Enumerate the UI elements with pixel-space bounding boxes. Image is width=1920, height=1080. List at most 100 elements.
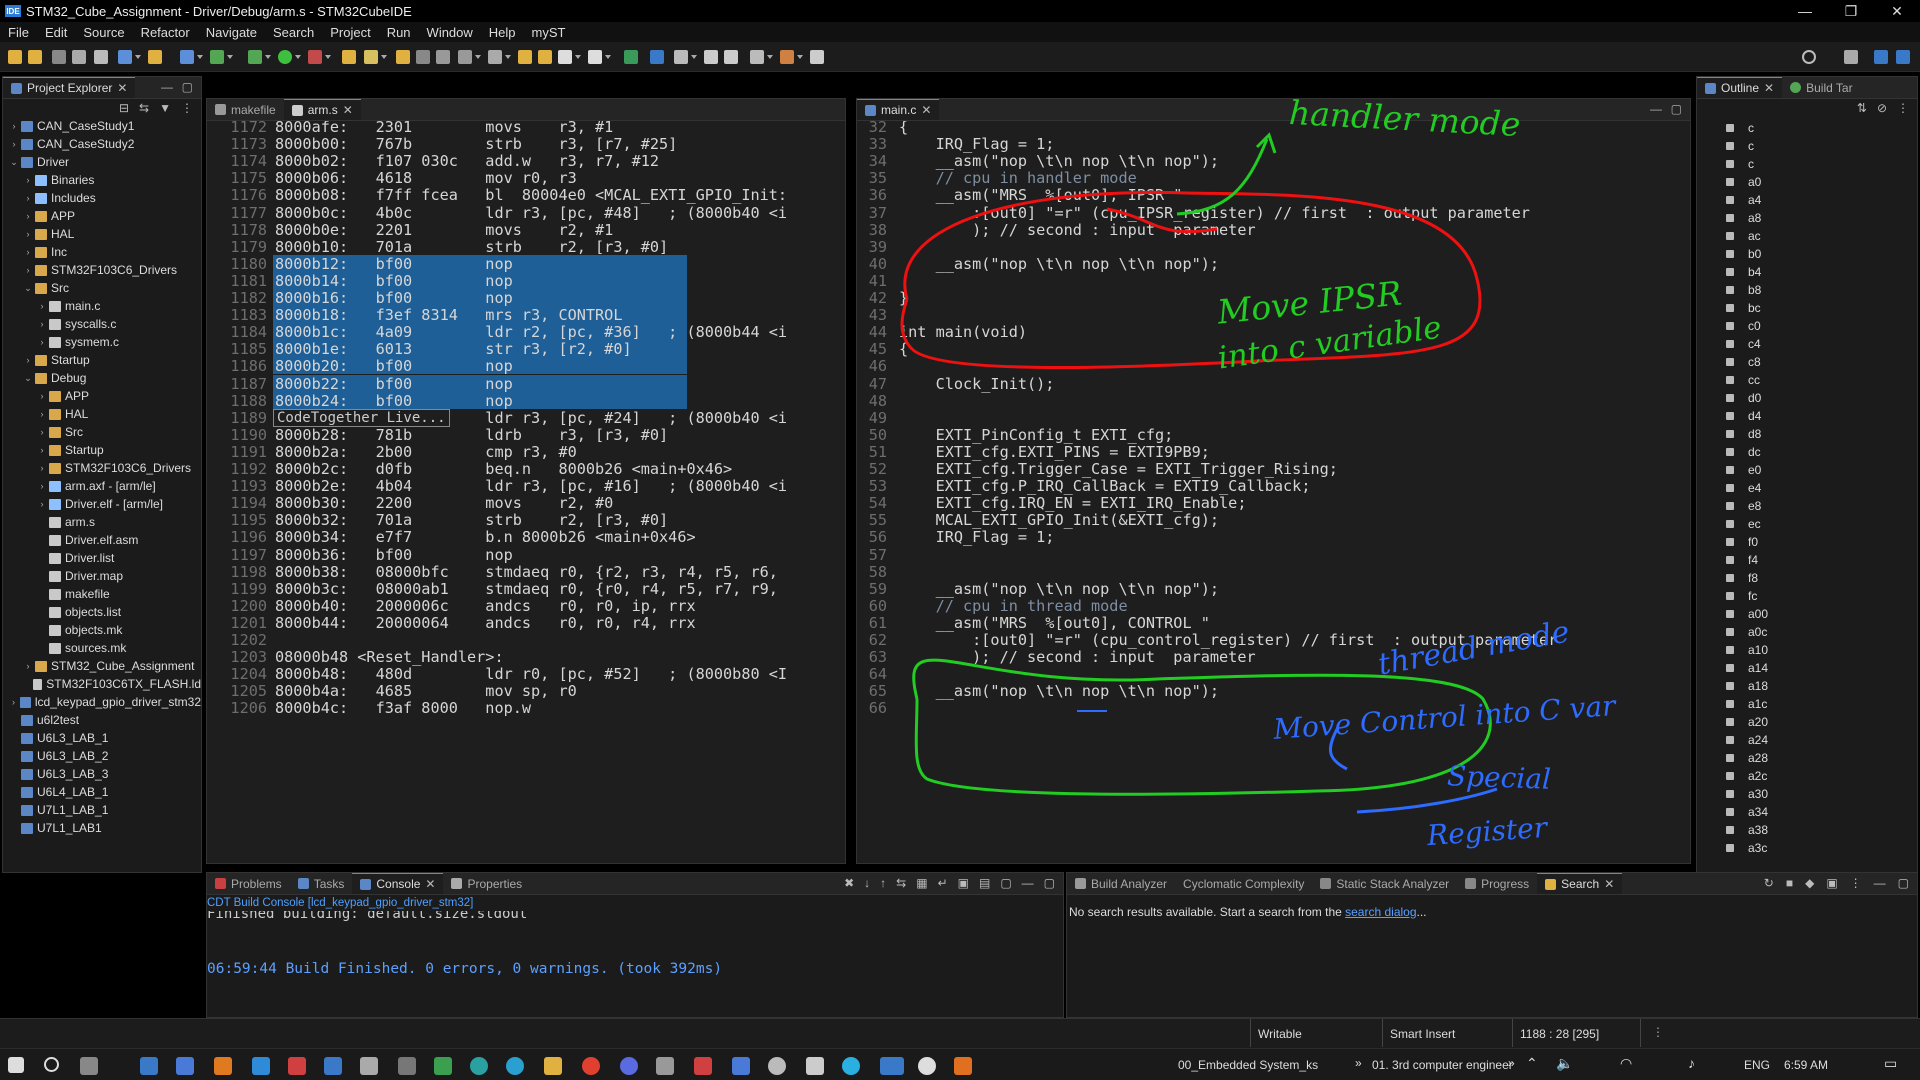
menu-window[interactable]: Window	[419, 25, 481, 40]
code-line[interactable]: IRQ_Flag = 1;	[899, 135, 1055, 153]
code-line[interactable]: 8000b0e: 2201 movs r2, #1	[275, 221, 613, 239]
info-icon[interactable]	[650, 50, 664, 64]
code-line[interactable]: 8000b10: 701a strb r2, [r3, #0]	[275, 238, 668, 256]
status-menu-icon[interactable]: ⋮	[1652, 1025, 1664, 1039]
tree-item[interactable]: U6L3_LAB_2	[3, 747, 201, 765]
file-explorer-icon[interactable]	[544, 1057, 562, 1075]
close-icon[interactable]: ✕	[117, 81, 127, 95]
save-icon[interactable]	[52, 50, 66, 64]
tree-item[interactable]: › STM32_Cube_Assignment	[3, 657, 201, 675]
outline-item[interactable]: a24	[1697, 731, 1917, 749]
open-folder-icon[interactable]	[148, 50, 162, 64]
chevron-right-icon[interactable]: ›	[23, 243, 33, 261]
notification-icon[interactable]: ▭	[1884, 1055, 1897, 1072]
refresh-icon[interactable]	[210, 50, 224, 64]
cpp-perspective-icon[interactable]	[1874, 50, 1888, 64]
chevron-right-icon[interactable]: ›	[9, 117, 19, 135]
tab-main-c[interactable]: main.c ✕	[857, 99, 940, 120]
outline-item[interactable]: b4	[1697, 263, 1917, 281]
code-line[interactable]: 8000b38: 08000bfc stmdaeq r0, {r2, r3, r…	[275, 563, 778, 581]
tree-item[interactable]: U6L4_LAB_1	[3, 783, 201, 801]
code-line[interactable]: EXTI_PinConfig_t EXTI_cfg;	[899, 426, 1174, 444]
close-icon[interactable]: ✕	[1764, 81, 1774, 95]
menu-project[interactable]: Project	[322, 25, 378, 40]
code-line[interactable]: 8000b0c: 4b0c ldr r3, [pc, #48] ; (8000b…	[275, 204, 787, 222]
history-icon[interactable]: ◆	[1805, 876, 1814, 890]
word-wrap-icon[interactable]: ↵	[938, 876, 948, 890]
tree-item[interactable]: ⌄ Src	[3, 279, 201, 297]
code-line[interactable]: EXTI_cfg.IRQ_EN = EXTI_IRQ_Enable;	[899, 494, 1247, 512]
chevron-right-icon[interactable]: ›	[37, 405, 47, 423]
tree-item[interactable]: U6L3_LAB_1	[3, 729, 201, 747]
menu-search[interactable]: Search	[265, 25, 322, 40]
tree-item[interactable]: U7L1_LAB1	[3, 819, 201, 837]
chevron-right-icon[interactable]: ›	[37, 459, 47, 477]
back-icon[interactable]	[8, 50, 22, 64]
chevron-right-icon[interactable]: ›	[37, 297, 47, 315]
code-line[interactable]: 8000b24: bf00 nop	[275, 392, 513, 410]
tree-item[interactable]: › STM32F103C6_Drivers	[3, 261, 201, 279]
view-menu-icon[interactable]: ⋮	[1897, 101, 1909, 115]
tree-item[interactable]: › Binaries	[3, 171, 201, 189]
tab-cyclomatic[interactable]: Cyclomatic Complexity	[1175, 873, 1312, 894]
mark-icon[interactable]	[416, 50, 430, 64]
chevron-right-icon[interactable]: ›	[37, 477, 47, 495]
outline-item[interactable]: f4	[1697, 551, 1917, 569]
tab-build-targets[interactable]: Build Tar	[1782, 77, 1860, 98]
tree-item[interactable]: › APP	[3, 207, 201, 225]
scroll-lock-icon[interactable]: ⇆	[896, 876, 906, 890]
display-console-icon[interactable]: ▤	[979, 876, 990, 890]
code-line[interactable]: IRQ_Flag = 1;	[899, 528, 1055, 546]
filter-icon[interactable]: ▼	[159, 101, 171, 115]
tree-item[interactable]: › HAL	[3, 225, 201, 243]
chrome-icon[interactable]	[582, 1057, 600, 1075]
outline-item[interactable]: a20	[1697, 713, 1917, 731]
code-line[interactable]: __asm("nop \t\n nop \t\n nop");	[899, 580, 1219, 598]
excel-icon[interactable]	[434, 1057, 452, 1075]
outline-item[interactable]: d8	[1697, 425, 1917, 443]
rerun-icon[interactable]: ↻	[1764, 876, 1774, 890]
outline-item[interactable]: c	[1697, 155, 1917, 173]
task-icon[interactable]	[396, 50, 410, 64]
tree-item[interactable]: › CAN_CaseStudy2	[3, 135, 201, 153]
tree-item[interactable]: Driver.list	[3, 549, 201, 567]
tree-item[interactable]: › HAL	[3, 405, 201, 423]
chevron-right-icon[interactable]: ›	[23, 657, 33, 675]
tab-arm-s[interactable]: arm.s ✕	[283, 99, 361, 120]
maximize-icon[interactable]: ▢	[1898, 876, 1909, 890]
code-line[interactable]: 8000afe: 2301 movs r3, #1	[275, 121, 613, 136]
code-line[interactable]: Clock_Init();	[899, 375, 1055, 393]
tab-console[interactable]: Console ✕	[352, 873, 444, 894]
outline-item[interactable]: f8	[1697, 569, 1917, 587]
code-line[interactable]: int main(void)	[899, 323, 1027, 341]
tree-item[interactable]: › arm.axf - [arm/le]	[3, 477, 201, 495]
menu-source[interactable]: Source	[75, 25, 132, 40]
notion-icon[interactable]	[656, 1057, 674, 1075]
outline-item[interactable]: e4	[1697, 479, 1917, 497]
code-line[interactable]: 8000b48: 480d ldr r0, [pc, #52] ; (8000b…	[275, 665, 787, 683]
search-taskbar-icon[interactable]	[44, 1057, 59, 1072]
outline-item[interactable]: a10	[1697, 641, 1917, 659]
outline-item[interactable]: f0	[1697, 533, 1917, 551]
link-editor-icon[interactable]: ⇆	[139, 101, 149, 115]
app-orange-icon[interactable]	[954, 1057, 972, 1075]
outline-item[interactable]: a8	[1697, 209, 1917, 227]
code-line[interactable]: 8000b36: bf00 nop	[275, 546, 513, 564]
chevron-right-icon[interactable]: ›	[37, 495, 47, 513]
close-icon[interactable]: ✕	[921, 103, 931, 117]
outline-item[interactable]: a00	[1697, 605, 1917, 623]
outline-item[interactable]: c	[1697, 137, 1917, 155]
code-line[interactable]: 8000b3c: 08000ab1 stmdaeq r0, {r0, r4, r…	[275, 580, 778, 598]
minimize-icon[interactable]: —	[1022, 876, 1034, 890]
tree-item[interactable]: › lcd_keypad_gpio_driver_stm32	[3, 693, 201, 711]
code-line[interactable]: ); // second : input parameter	[899, 648, 1255, 666]
outline-item[interactable]: a14	[1697, 659, 1917, 677]
terminal-icon[interactable]	[624, 50, 638, 64]
app-red-icon[interactable]	[288, 1057, 306, 1075]
tree-item[interactable]: › syscalls.c	[3, 315, 201, 333]
code-area[interactable]: 1172 8000afe: 2301 movs r3, #1 1173 8000b00…	[207, 121, 845, 863]
maximize-button[interactable]: ❐	[1828, 0, 1874, 22]
tree-item[interactable]: › Driver.elf - [arm/le]	[3, 495, 201, 513]
chevron-right-icon[interactable]: ›	[37, 387, 47, 405]
outline-item[interactable]: bc	[1697, 299, 1917, 317]
